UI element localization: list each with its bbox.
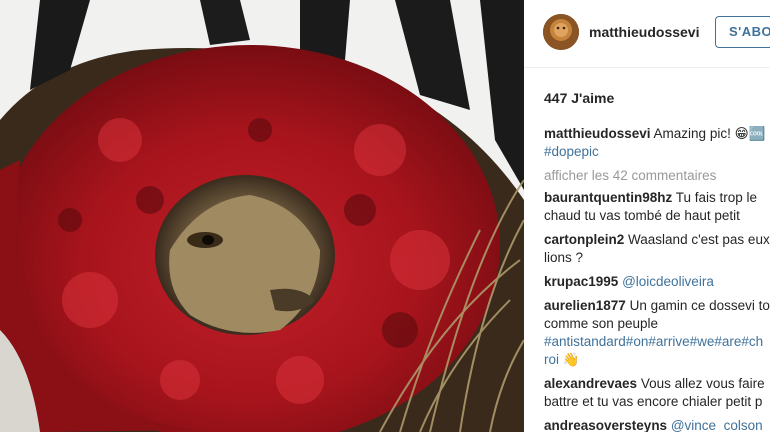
comment-username[interactable]: alexandrevaes — [544, 376, 637, 391]
mention[interactable]: @loicdeoliveira — [622, 274, 714, 289]
comment-item: aurelien1877 Un gamin ce dossevi to comm… — [544, 297, 770, 369]
comment-item: alexandrevaes Vous allez vous faire batt… — [544, 375, 770, 411]
mention[interactable]: @vince_colson — [671, 418, 763, 432]
comment-username[interactable]: cartonplein2 — [544, 232, 624, 247]
comment-text: Waasland c'est pas eux — [628, 232, 770, 247]
avatar[interactable] — [543, 14, 579, 50]
comment-username[interactable]: andreasoversteyns — [544, 418, 667, 432]
comment-item: andreasoversteyns @vince_colson — [544, 417, 770, 432]
comment-item: cartonplein2 Waasland c'est pas eux lion… — [544, 231, 770, 267]
comment-username[interactable]: aurelien1877 — [544, 298, 626, 313]
comment-text: Vous allez vous faire — [640, 376, 765, 391]
comment-item: baurantquentin98hz Tu fais trop le chaud… — [544, 189, 770, 225]
comment-list: matthieudossevi Amazing pic! 😁🆒 #dopepic… — [544, 125, 770, 432]
view-more-comments-link[interactable]: afficher les 42 commentaires — [544, 167, 770, 185]
hashtag[interactable]: #dopepic — [544, 144, 599, 159]
post-photo[interactable] — [0, 0, 524, 432]
post-sidebar: matthieudossevi S'ABONNER 447 J'aime mat… — [524, 0, 770, 432]
comment-item: krupac1995 @loicdeoliveira — [544, 273, 770, 291]
comment-text: lions ? — [544, 250, 584, 265]
comment-text: chaud tu vas tombé de haut petit — [544, 208, 740, 223]
comment-username[interactable]: baurantquentin98hz — [544, 190, 672, 205]
post-header: matthieudossevi S'ABONNER — [524, 0, 770, 68]
comment-text: Un gamin ce dossevi to — [629, 298, 770, 313]
comment-text: Amazing pic! 😁🆒 — [653, 126, 766, 141]
follow-button[interactable]: S'ABONNER — [715, 16, 770, 48]
comment-username[interactable]: krupac1995 — [544, 274, 618, 289]
hashtag[interactable]: #antistandard#on#arrive#we#are#ch — [544, 334, 763, 349]
header-username[interactable]: matthieudossevi — [589, 24, 699, 40]
comment-text: battre et tu vas encore chialer petit p — [544, 394, 763, 409]
likes-count[interactable]: 447 J'aime — [544, 90, 614, 106]
hashtag[interactable]: roi 👋 — [544, 352, 580, 367]
avatar-image — [543, 14, 579, 50]
comment-username[interactable]: matthieudossevi — [544, 126, 651, 141]
comment-text: Tu fais trop le — [675, 190, 758, 205]
comment-text: comme son peuple — [544, 316, 659, 331]
post-image — [0, 0, 524, 432]
caption: matthieudossevi Amazing pic! 😁🆒 #dopepic — [544, 125, 770, 161]
